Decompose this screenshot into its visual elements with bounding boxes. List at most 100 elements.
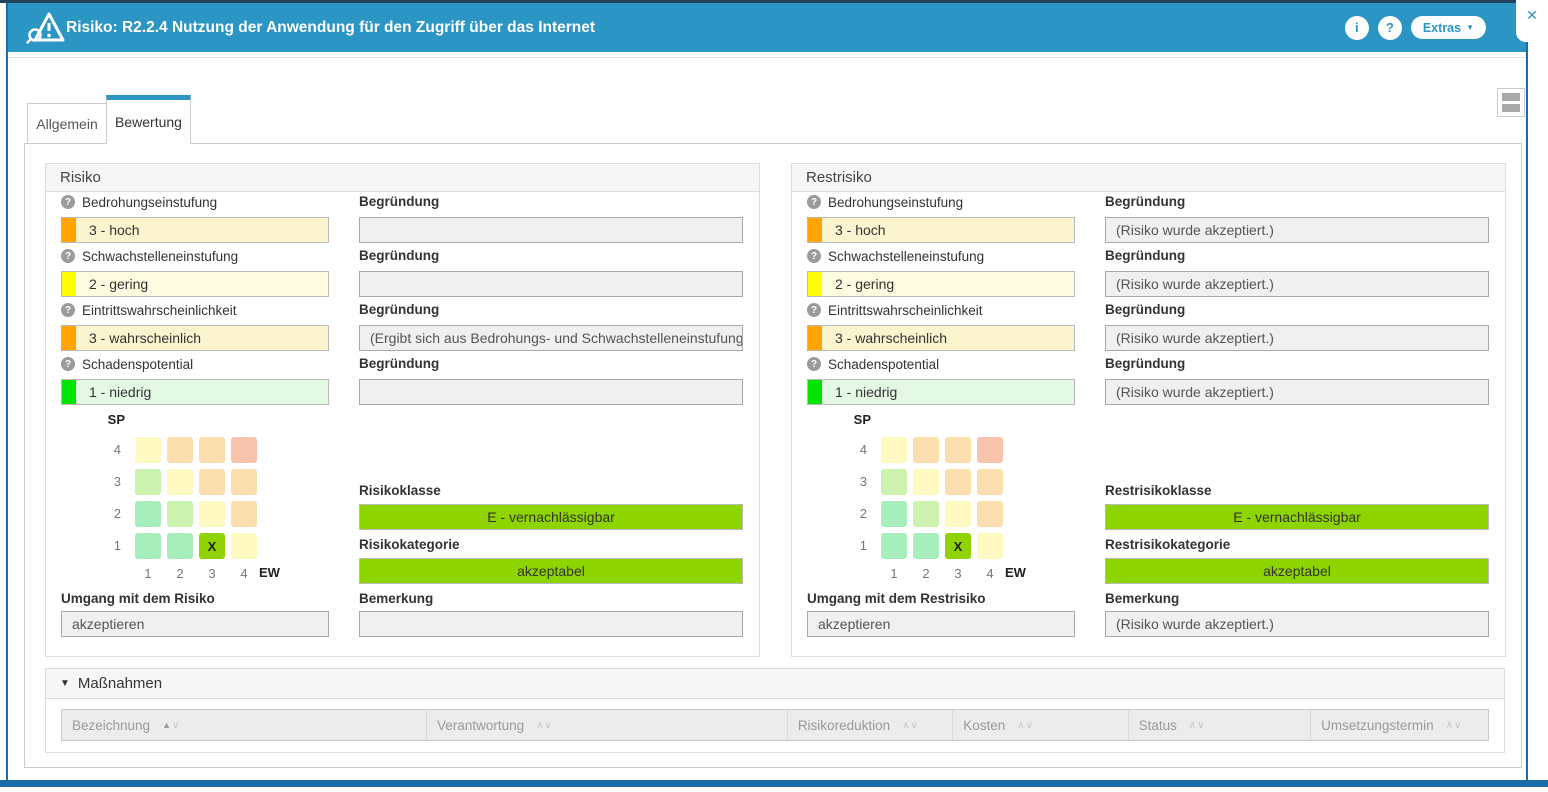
field-value: 3 - wahrscheinlich: [808, 330, 947, 346]
matrix-cell: [977, 437, 1003, 463]
restrisikokategorie-value: akzeptabel: [1105, 558, 1489, 584]
matrix-cell: [231, 437, 257, 463]
risiko-panel-title: Risiko: [46, 164, 759, 192]
begruendung-label: Begründung: [1105, 246, 1489, 266]
help-icon[interactable]: ?: [61, 249, 75, 263]
bedrohungseinstufung-select[interactable]: 3 - hoch: [61, 217, 329, 243]
tab-bewertung[interactable]: Bewertung: [106, 95, 191, 144]
close-button[interactable]: ✕: [1516, 0, 1548, 42]
schadenspotential-label: Schadenspotential: [82, 357, 193, 372]
eintrittswahrscheinlichkeit-select[interactable]: 3 - wahrscheinlich: [61, 325, 329, 351]
matrix-cell: [199, 437, 225, 463]
column-header-status[interactable]: Status∧∨: [1129, 710, 1312, 740]
matrix-cell: [167, 469, 193, 495]
field-value: 3 - wahrscheinlich: [62, 330, 201, 346]
schadenspotential-select[interactable]: 1 - niedrig: [61, 379, 329, 405]
help-icon[interactable]: ?: [807, 357, 821, 371]
massnahmen-title: Maßnahmen: [78, 675, 162, 692]
umgang-label: Umgang mit dem Risiko: [61, 590, 215, 608]
help-icon[interactable]: ?: [61, 303, 75, 317]
matrix-cell: [913, 501, 939, 527]
schwachstelleneinstufung-label: Schwachstelleneinstufung: [82, 249, 238, 264]
bedrohungseinstufung-label: Bedrohungseinstufung: [828, 195, 963, 210]
umgang-restrisiko-input: akzeptieren: [807, 611, 1075, 637]
restrisikoklasse-label: Restrisikoklasse: [1105, 482, 1212, 500]
matrix-col-labels: 1234: [135, 566, 257, 581]
risk-warning-magnifier-icon: [26, 11, 66, 51]
severity-color-strip: [62, 218, 76, 242]
chevron-down-icon: ▼: [1466, 23, 1474, 32]
begruendung-label: Begründung: [1105, 354, 1489, 374]
matrix-cell: [167, 501, 193, 527]
begruendung-label: Begründung: [359, 192, 743, 212]
sort-down-icon: ∨: [910, 720, 917, 731]
bewertung-tab-panel: Risiko ? Bedrohungseinstufung 3 - hoch Begr…: [24, 143, 1522, 768]
matrix-col-label: 4: [231, 566, 257, 581]
restrisiko-panel: Restrisiko ? Bedrohungseinstufung 3 - hoch…: [791, 163, 1506, 657]
risikoklasse-label: Risikoklasse: [359, 482, 441, 500]
bedrohungseinstufung-select[interactable]: 3 - hoch: [807, 217, 1075, 243]
window-bottom-border: [0, 780, 1548, 787]
help-icon[interactable]: ?: [61, 195, 75, 209]
matrix-row-label: 4: [101, 437, 125, 463]
massnahmen-table-header: Bezeichnung▲∨Verantwortung∧∨Risikoredukt…: [61, 709, 1489, 741]
sort-down-icon: ∨: [1197, 720, 1204, 731]
sort-down-icon: ∨: [172, 720, 179, 731]
matrix-row-label: 2: [847, 501, 871, 527]
matrix-col-labels: 1234: [881, 566, 1003, 581]
begruendung-input: (Risiko wurde akzeptiert.): [1105, 217, 1489, 243]
restrisikokategorie-label: Restrisikokategorie: [1105, 536, 1230, 554]
sort-up-icon: ∧: [536, 720, 543, 731]
window-left-border: [6, 3, 8, 780]
help-icon[interactable]: ?: [807, 303, 821, 317]
matrix-col-label: 2: [167, 566, 193, 581]
schwachstelleneinstufung-select[interactable]: 2 - gering: [807, 271, 1075, 297]
sort-down-icon: ∨: [544, 720, 551, 731]
matrix-cell: [199, 501, 225, 527]
eintrittswahrscheinlichkeit-select[interactable]: 3 - wahrscheinlich: [807, 325, 1075, 351]
bemerkung-restrisiko-input: (Risiko wurde akzeptiert.): [1105, 611, 1489, 637]
column-header-risikoreduktion[interactable]: Risikoreduktion∧∨: [788, 710, 953, 740]
bemerkung-label: Bemerkung: [359, 590, 433, 608]
ew-axis-label: EW: [259, 565, 280, 580]
column-header-verantwortung[interactable]: Verantwortung ∧∨: [427, 710, 788, 740]
sort-up-icon: ∧: [1189, 720, 1196, 731]
titlebar-actions: i ? Extras ▼: [1345, 3, 1486, 52]
massnahmen-header[interactable]: ▼ Maßnahmen: [46, 669, 1504, 699]
column-label: Risikoreduktion: [798, 718, 890, 733]
severity-color-strip: [808, 218, 822, 242]
massnahmen-section: ▼ Maßnahmen Bezeichnung▲∨Verantwortung∧∨…: [45, 668, 1505, 753]
help-icon[interactable]: ?: [61, 357, 75, 371]
column-label: Bezeichnung: [72, 718, 150, 733]
help-icon[interactable]: ?: [807, 195, 821, 209]
begruendung-input: [359, 271, 743, 297]
column-header-kosten[interactable]: Kosten∧∨: [953, 710, 1128, 740]
matrix-row-label: 3: [847, 469, 871, 495]
extras-button[interactable]: Extras ▼: [1411, 16, 1486, 39]
begruendung-input: (Risiko wurde akzeptiert.): [1105, 271, 1489, 297]
column-header-umsetzungstermin[interactable]: Umsetzungstermin∧∨: [1311, 710, 1488, 740]
matrix-row-label: 1: [101, 533, 125, 559]
help-button[interactable]: ?: [1378, 16, 1402, 40]
matrix-cell: [135, 533, 161, 559]
matrix-cell: [945, 469, 971, 495]
window-right-border: [1526, 3, 1528, 780]
begruendung-input: (Risiko wurde akzeptiert.): [1105, 379, 1489, 405]
column-label: Kosten: [963, 718, 1005, 733]
matrix-col-label: 1: [135, 566, 161, 581]
help-icon[interactable]: ?: [807, 249, 821, 263]
split-view-icon[interactable]: [1497, 88, 1525, 117]
tab-allgemein[interactable]: Allgemein: [27, 103, 107, 144]
schwachstelleneinstufung-select[interactable]: 2 - gering: [61, 271, 329, 297]
column-label: Verantwortung: [437, 718, 524, 733]
sp-axis-label: SP: [105, 412, 125, 427]
sort-up-icon: ∧: [1017, 720, 1024, 731]
matrix-cell: [881, 469, 907, 495]
info-button[interactable]: i: [1345, 16, 1369, 40]
column-header-bezeichnung[interactable]: Bezeichnung ▲∨: [62, 710, 427, 740]
restrisiko-panel-title: Restrisiko: [792, 164, 1505, 192]
matrix-row-labels: 4321: [847, 437, 871, 559]
schadenspotential-select[interactable]: 1 - niedrig: [807, 379, 1075, 405]
bedrohungseinstufung-label: Bedrohungseinstufung: [82, 195, 217, 210]
sort-icons: ▲∨: [162, 720, 179, 731]
